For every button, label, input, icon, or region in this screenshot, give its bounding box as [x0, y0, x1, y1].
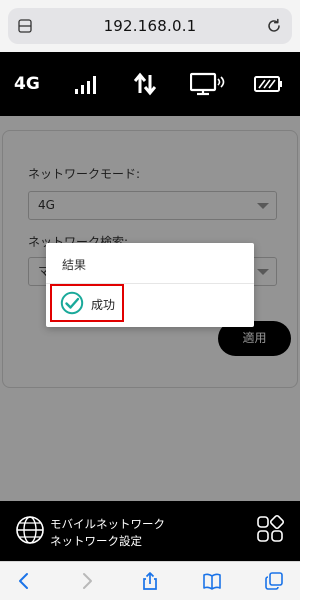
url-text: 192.168.0.1: [103, 17, 197, 35]
battery-icon: [254, 76, 282, 92]
back-icon[interactable]: [14, 571, 34, 591]
reload-icon[interactable]: [265, 17, 283, 35]
forward-icon[interactable]: [77, 571, 97, 591]
bottom-nav-bar: モバイルネットワーク ネットワーク設定: [0, 501, 300, 561]
signal-icon: [75, 76, 96, 94]
globe-icon: [16, 516, 44, 544]
mobile-network-label[interactable]: モバイルネットワーク: [50, 516, 165, 532]
result-highlight: 成功: [50, 284, 124, 322]
result-text: 成功: [91, 298, 116, 312]
wifi-display-icon: [190, 72, 225, 96]
device-status-bar: 4G: [0, 52, 300, 116]
bookmarks-icon[interactable]: [202, 571, 222, 591]
share-icon[interactable]: [140, 571, 160, 591]
network-type-label: 4G: [14, 74, 40, 94]
result-dialog: 結果 成功: [46, 243, 254, 327]
address-bar[interactable]: 192.168.0.1: [8, 8, 292, 44]
dialog-title: 結果: [62, 258, 87, 272]
apps-grid-icon[interactable]: [255, 514, 285, 544]
data-transfer-icon: [134, 72, 156, 96]
browser-toolbar: [0, 561, 300, 600]
success-check-icon: [60, 291, 84, 315]
network-settings-label[interactable]: ネットワーク設定: [50, 533, 142, 549]
browser-address-area: 192.168.0.1: [0, 0, 300, 52]
tabs-overview-icon[interactable]: [264, 571, 284, 591]
